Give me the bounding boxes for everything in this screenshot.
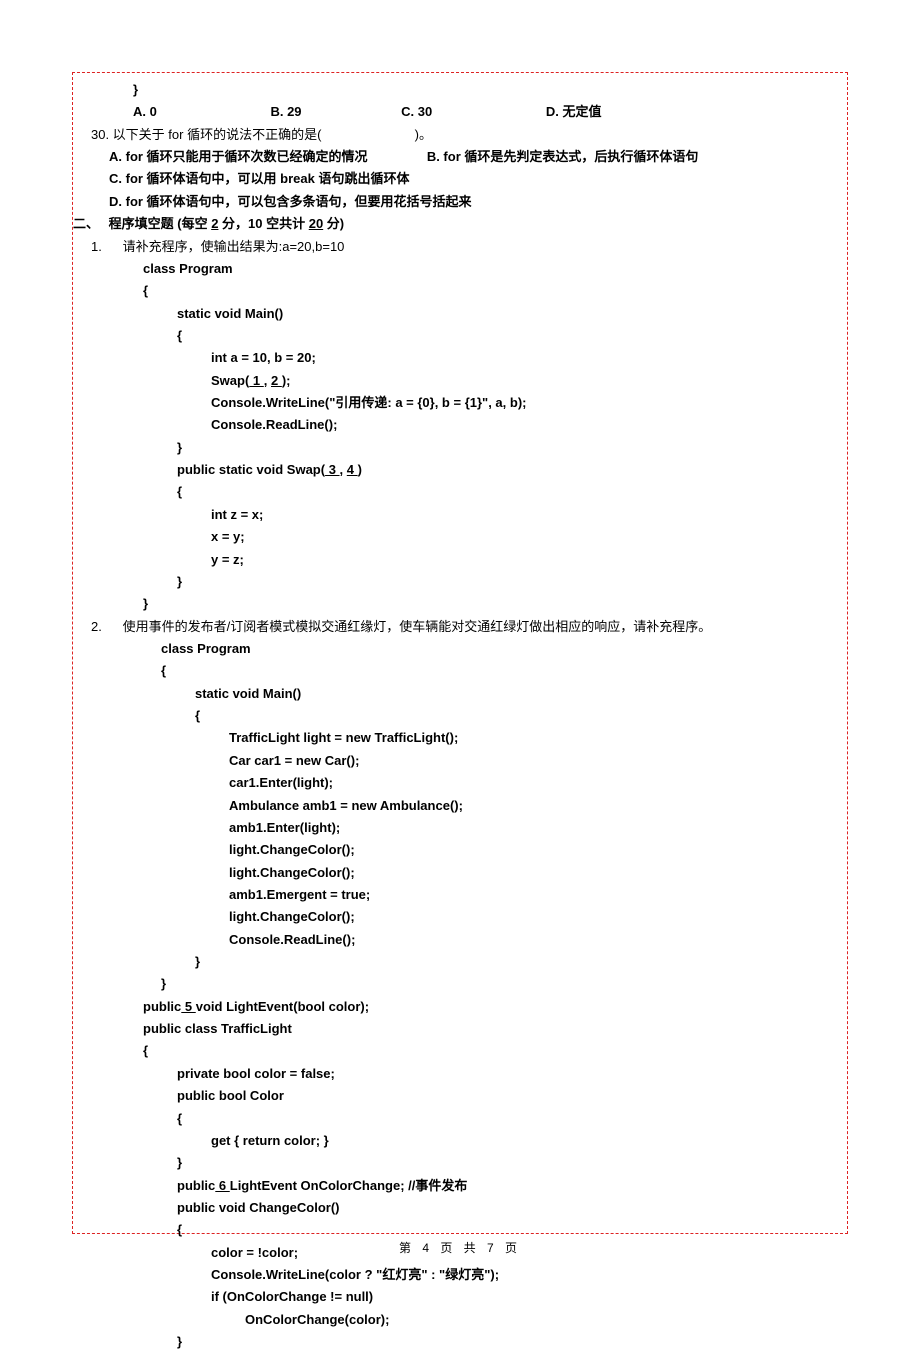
code-line: static void Main() xyxy=(161,683,837,705)
code-line: Console.ReadLine(); xyxy=(161,929,837,951)
code-brace-close: } xyxy=(73,79,837,101)
q29-opt-b: B. 29 xyxy=(270,101,301,123)
code-line: x = y; xyxy=(143,526,837,548)
code-line: public class TrafficLight xyxy=(143,1018,837,1040)
section2-title-mid2: 分，10 空共计 xyxy=(218,216,308,231)
blank-6: 6 xyxy=(215,1178,229,1193)
code-line: Car car1 = new Car(); xyxy=(161,750,837,772)
code-line: Console.WriteLine(color ? "红灯亮" : "绿灯亮")… xyxy=(143,1264,837,1286)
blank-2: 2 xyxy=(271,373,282,388)
code-line: } xyxy=(161,951,837,973)
code-line: { xyxy=(143,481,837,503)
section2-title-post: 分) xyxy=(323,216,344,231)
fill2-delegate-line: public 5 void LightEvent(bool color); xyxy=(73,996,837,1018)
section2-title-pre: 程序填空题 (每空 xyxy=(109,216,212,231)
code-line: y = z; xyxy=(143,549,837,571)
q30-opt-d: D. for 循环体语句中，可以包含多条语句，但要用花括号括起来 xyxy=(73,191,837,213)
q29-options: A. 0 B. 29 C. 30 D. 无定值 xyxy=(73,101,837,123)
fill1-code: class Program { static void Main() { int… xyxy=(73,258,837,616)
q30-opt-a: A. for 循环只能用于循环次数已经确定的情况 xyxy=(109,149,368,164)
code-line-swap: Swap( 1 , 2 ); xyxy=(143,370,837,392)
q30-row1: A. for 循环只能用于循环次数已经确定的情况 B. for 循环是先判定表达… xyxy=(73,146,837,168)
page-content: } A. 0 B. 29 C. 30 D. 无定值 30. 以下关于 for 循… xyxy=(73,79,837,1353)
page-footer: 第 4 页 共 7 页 xyxy=(0,1239,920,1256)
code-line-swapdef: public static void Swap( 3 , 4 ) xyxy=(143,459,837,481)
code-line: Console.ReadLine(); xyxy=(143,414,837,436)
fill2-code: class Program { static void Main() { Tra… xyxy=(73,638,837,996)
code-line: } xyxy=(143,593,837,615)
swap-pre: Swap( xyxy=(211,373,249,388)
section2-header: 二、 程序填空题 (每空 2 分，10 空共计 20 分) xyxy=(73,213,837,235)
q29-opt-c: C. 30 xyxy=(401,101,432,123)
code-line: TrafficLight light = new TrafficLight(); xyxy=(161,727,837,749)
code-line: { xyxy=(143,280,837,302)
fill2-stem-row: 2. 使用事件的发布者/订阅者模式模拟交通红缘灯，使车辆能对交通红绿灯做出相应的… xyxy=(73,616,837,638)
code-line: { xyxy=(143,1108,837,1130)
code-line: Ambulance amb1 = new Ambulance(); xyxy=(161,795,837,817)
swapdef-post: ) xyxy=(358,462,362,477)
code-line: Console.WriteLine("引用传递: a = {0}, b = {1… xyxy=(143,392,837,414)
swap-post: ); xyxy=(282,373,291,388)
code-line: { xyxy=(143,1040,837,1062)
code-line: car1.Enter(light); xyxy=(161,772,837,794)
blank-3: 3 xyxy=(325,462,339,477)
q30-opt-c: C. for 循环体语句中，可以用 break 语句跳出循环体 xyxy=(73,168,837,190)
delegate-pre: public xyxy=(143,999,181,1014)
q30-stem-pre: 30. 以下关于 for 循环的说法不正确的是( xyxy=(91,127,321,142)
code-line: OnColorChange(color); xyxy=(143,1309,837,1331)
blank-4: 4 xyxy=(347,462,358,477)
q30-stem-post: )。 xyxy=(415,127,432,142)
code-line: public void ChangeColor() xyxy=(143,1197,837,1219)
code-line: } xyxy=(143,1152,837,1174)
code-line: light.ChangeColor(); xyxy=(161,839,837,861)
code-line: } xyxy=(161,973,837,995)
fill2-stem: 使用事件的发布者/订阅者模式模拟交通红缘灯，使车辆能对交通红绿灯做出相应的响应，… xyxy=(123,619,712,634)
delegate-post: void LightEvent(bool color); xyxy=(196,999,369,1014)
code-line: light.ChangeColor(); xyxy=(161,862,837,884)
fill2-num: 2. xyxy=(91,616,119,638)
code-line: } xyxy=(143,571,837,593)
blank-1: 1 xyxy=(249,373,263,388)
code-line: public bool Color xyxy=(143,1085,837,1107)
event-post: LightEvent OnColorChange; //事件发布 xyxy=(230,1178,468,1193)
section2-num: 二、 xyxy=(73,213,105,235)
page-dashed-border: } A. 0 B. 29 C. 30 D. 无定值 30. 以下关于 for 循… xyxy=(72,72,848,1234)
fill2-code-traffic: public class TrafficLight { private bool… xyxy=(73,1018,837,1353)
code-line: { xyxy=(143,325,837,347)
code-line-event: public 6 LightEvent OnColorChange; //事件发… xyxy=(143,1175,837,1197)
section2-score-total: 20 xyxy=(309,216,323,231)
code-line: int z = x; xyxy=(143,504,837,526)
q30-opt-b: B. for 循环是先判定表达式，后执行循环体语句 xyxy=(427,149,699,164)
code-line: class Program xyxy=(143,258,837,280)
q29-opt-a: A. 0 xyxy=(133,101,157,123)
event-pre: public xyxy=(177,1178,215,1193)
code-line: static void Main() xyxy=(143,303,837,325)
swap-comma: , xyxy=(264,373,271,388)
code-line: } xyxy=(143,1331,837,1353)
code-line: class Program xyxy=(161,638,837,660)
code-line: { xyxy=(161,705,837,727)
code-line: amb1.Emergent = true; xyxy=(161,884,837,906)
code-line: get { return color; } xyxy=(143,1130,837,1152)
fill1-num: 1. xyxy=(91,236,119,258)
q30-stem: 30. 以下关于 for 循环的说法不正确的是( )。 xyxy=(73,124,837,146)
fill1-stem-row: 1. 请补充程序，使输出结果为:a=20,b=10 xyxy=(73,236,837,258)
swapdef-comma: , xyxy=(340,462,347,477)
code-line: private bool color = false; xyxy=(143,1063,837,1085)
code-line: light.ChangeColor(); xyxy=(161,906,837,928)
swapdef-pre: public static void Swap( xyxy=(177,462,325,477)
q29-opt-d: D. 无定值 xyxy=(546,101,602,123)
code-line: if (OnColorChange != null) xyxy=(143,1286,837,1308)
code-line: amb1.Enter(light); xyxy=(161,817,837,839)
code-line: } xyxy=(143,437,837,459)
blank-5: 5 xyxy=(181,999,195,1014)
fill1-stem: 请补充程序，使输出结果为:a=20,b=10 xyxy=(123,239,345,254)
code-line: { xyxy=(161,660,837,682)
code-line: int a = 10, b = 20; xyxy=(143,347,837,369)
